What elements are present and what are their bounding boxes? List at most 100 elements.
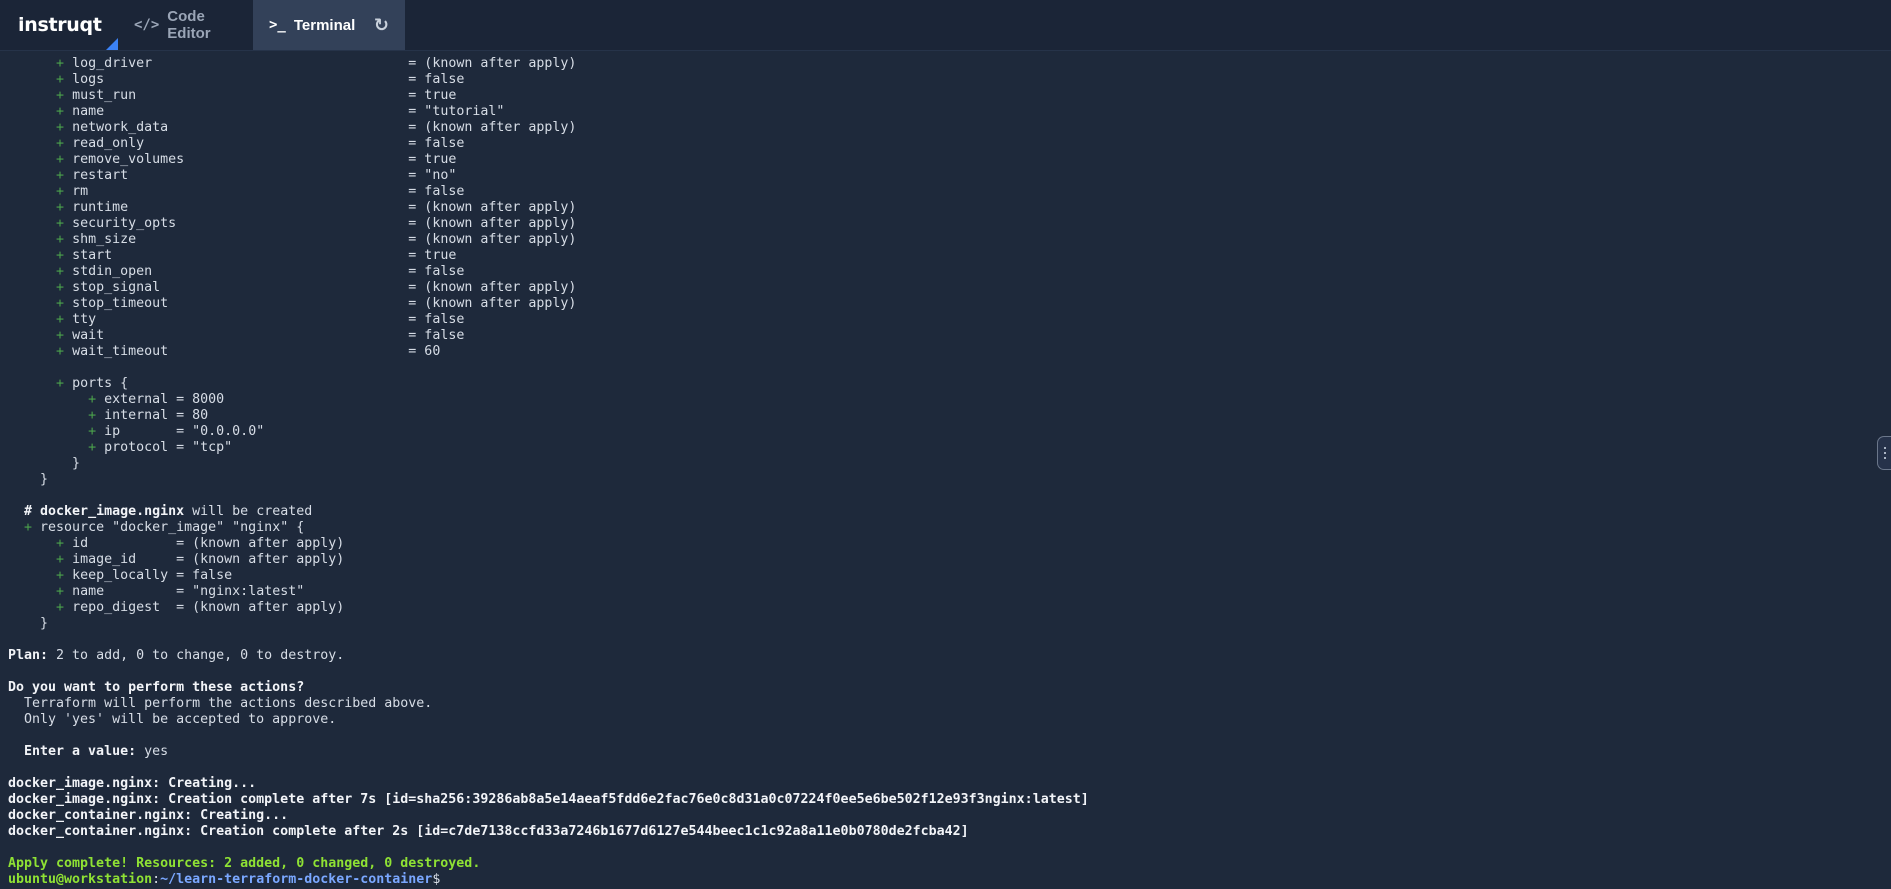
attribute-value: = (known after apply) [176,536,345,551]
plus-marker: + [56,216,73,231]
attribute-key: image_id [72,552,177,567]
attribute-value: = "tutorial" [408,104,505,119]
terminal-line: + shm_size = (known after apply) [8,232,1868,248]
terminal-line: Only 'yes' will be accepted to approve. [8,712,1868,728]
resource-name: docker_image.nginx [40,504,185,519]
attribute-value: = (known after apply) [408,232,577,247]
plus-marker: + [56,248,73,263]
plus-marker: + [56,280,73,295]
attribute-key: name [72,104,409,119]
attribute-value: = false [408,328,465,343]
terminal-line: + logs = false [8,72,1868,88]
terminal-line: + name = "tutorial" [8,104,1868,120]
terminal-line: docker_container.nginx: Creating... [8,808,1868,824]
tab-terminal-label: Terminal [293,16,356,34]
attribute-key: stop_signal [72,280,409,295]
terminal-line: + protocol = "tcp" [8,440,1868,456]
line-text: Terraform will perform the actions descr… [8,696,433,711]
attribute-key: wait [72,328,409,343]
terminal-line: + repo_digest = (known after apply) [8,600,1868,616]
terminal-line: + rm = false [8,184,1868,200]
attribute-key: restart [72,168,409,183]
attribute-key: wait_timeout [72,344,409,359]
attribute-key: internal [104,408,177,423]
attribute-key: name [72,584,177,599]
terminal-line: + resource "docker_image" "nginx" { [8,520,1868,536]
attribute-value: = 8000 [176,392,225,407]
attribute-value: = "0.0.0.0" [176,424,265,439]
attribute-value: = true [408,152,457,167]
tab-terminal[interactable]: >_ Terminal ↻ [253,0,405,50]
prompt-suffix: $ [432,872,441,887]
plus-marker: + [24,520,41,535]
terminal-line: + remove_volumes = true [8,152,1868,168]
attribute-key: ip [104,424,177,439]
line-label: docker_image.nginx: Creating... [8,776,257,791]
top-bar: instruqt </> Code Editor >_ Terminal ↻ [0,0,1891,51]
attribute-key: shm_size [72,232,409,247]
tab-code-editor[interactable]: </> Code Editor [118,0,253,50]
attribute-key: keep_locally [72,568,177,583]
comment-text: will be created [184,504,313,519]
plus-marker: + [56,232,73,247]
attribute-key: id [72,536,177,551]
plus-marker: + [56,136,73,151]
comment-prefix: # [8,504,41,519]
line-text: } [8,616,49,631]
attribute-key: protocol [104,440,177,455]
attribute-key: tty [72,312,409,327]
line-label: docker_image.nginx: Creation complete af… [8,792,1089,807]
plus-marker: + [56,88,73,103]
plus-marker: + [56,536,73,551]
attribute-value: = "tcp" [176,440,233,455]
terminal-line: + stdin_open = false [8,264,1868,280]
attribute-key: rm [72,184,409,199]
attribute-value: = true [408,248,457,263]
tab-code-editor-label: Code Editor [167,8,211,42]
terminal-line: + runtime = (known after apply) [8,200,1868,216]
attribute-key: start [72,248,409,263]
terminal-output[interactable]: + log_driver = (known after apply) + log… [8,56,1868,888]
terminal-line: + restart = "no" [8,168,1868,184]
attribute-value: = (known after apply) [408,296,577,311]
refresh-icon[interactable]: ↻ [374,15,389,36]
instruqt-logo[interactable]: instruqt [0,0,118,50]
resize-handle[interactable] [1877,436,1891,470]
terminal-line: + ports { [8,376,1868,392]
attribute-key: security_opts [72,216,409,231]
plus-marker: + [56,328,73,343]
terminal-line: + stop_signal = (known after apply) [8,280,1868,296]
attribute-key: log_driver [72,56,409,71]
attribute-key: read_only [72,136,409,151]
attribute-value: = (known after apply) [408,200,577,215]
attribute-value: = (known after apply) [408,56,577,71]
attribute-value: = "nginx:latest" [176,584,305,599]
attribute-key: must_run [72,88,409,103]
terminal-line: + image_id = (known after apply) [8,552,1868,568]
terminal-line: + stop_timeout = (known after apply) [8,296,1868,312]
terminal-line: Plan: 2 to add, 0 to change, 0 to destro… [8,648,1868,664]
line-label: Enter a value: [8,744,137,759]
attribute-value: = 80 [176,408,209,423]
plus-marker: + [56,264,73,279]
terminal-line: Enter a value: yes [8,744,1868,760]
plus-marker: + [56,56,73,71]
prompt-path: ~/learn-terraform-docker-container [160,872,433,887]
plus-marker: + [88,424,105,439]
